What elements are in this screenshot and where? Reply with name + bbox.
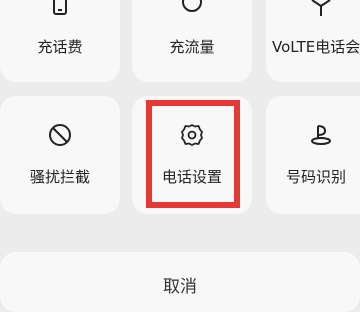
tile-label: 充话费 bbox=[37, 38, 83, 56]
antenna-icon bbox=[308, 0, 334, 20]
tile-harassment-block[interactable]: 骚扰拦截 bbox=[0, 96, 120, 214]
tile-label: 号码识别 bbox=[286, 168, 347, 186]
tile-volte[interactable]: VoLTE电话会 bbox=[266, 0, 360, 82]
tile-label: VoLTE电话会 bbox=[272, 38, 360, 56]
badge-icon bbox=[308, 122, 334, 148]
tile-number-identify[interactable]: 号码识别 bbox=[266, 96, 360, 214]
tile-label: 骚扰拦截 bbox=[29, 168, 90, 186]
block-icon bbox=[47, 122, 73, 148]
tile-recharge-data[interactable]: 充流量 bbox=[132, 0, 252, 82]
circle-icon bbox=[179, 0, 205, 20]
gear-icon bbox=[179, 122, 205, 148]
tile-call-settings[interactable]: 电话设置 bbox=[132, 96, 252, 214]
phone-icon bbox=[47, 0, 73, 20]
cancel-button[interactable]: 取消 bbox=[0, 252, 360, 312]
cancel-label: 取消 bbox=[163, 277, 197, 297]
tile-recharge-credit[interactable]: 充话费 bbox=[0, 0, 120, 82]
tile-label: 充流量 bbox=[169, 38, 215, 56]
tile-label: 电话设置 bbox=[161, 168, 222, 186]
